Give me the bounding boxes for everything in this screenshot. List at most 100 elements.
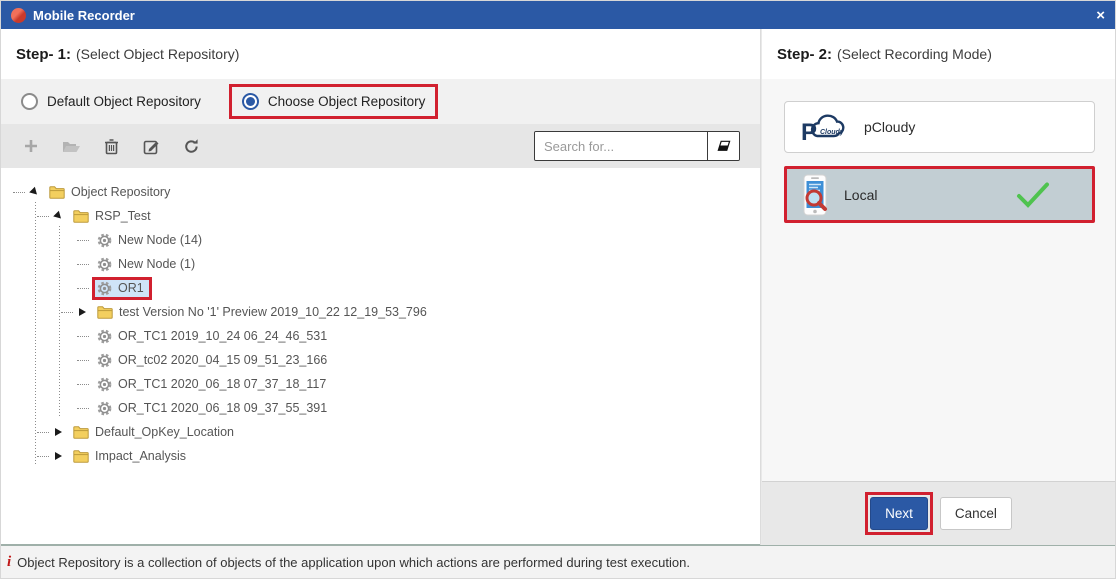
tree-node-label: Default_OpKey_Location xyxy=(95,425,234,439)
footer-text: Object Repository is a collection of obj… xyxy=(17,554,690,570)
step1-panel: Step- 1: (Select Object Repository) Defa… xyxy=(1,29,761,545)
info-icon: i xyxy=(7,553,12,570)
tree-node-body[interactable]: test Version No '1' Preview 2019_10_22 1… xyxy=(92,301,435,323)
mode-card-local[interactable]: Local xyxy=(784,166,1095,223)
search-input[interactable] xyxy=(535,132,707,160)
next-button-highlight: Next xyxy=(865,492,933,535)
tree-connector xyxy=(77,407,89,409)
next-button[interactable]: Next xyxy=(870,497,928,530)
tree-node[interactable]: OR_TC1 2020_06_18 07_37_18_117 xyxy=(1,372,760,396)
edit-icon[interactable] xyxy=(141,136,161,156)
mobile-recorder-dialog: Mobile Recorder × Step- 1: (Select Objec… xyxy=(0,0,1116,579)
tree-connector xyxy=(77,239,89,241)
tree-node[interactable]: OR1 xyxy=(1,276,760,300)
gear-icon xyxy=(97,329,112,344)
local-device-icon xyxy=(801,174,831,216)
recording-mode-list: P Cloudy pCloudy Local xyxy=(762,79,1115,481)
open-folder-icon[interactable] xyxy=(61,136,81,156)
tree-node-label: OR1 xyxy=(118,281,144,295)
repository-toolbar xyxy=(1,124,760,168)
tree-connector xyxy=(77,335,89,337)
svg-text:P: P xyxy=(801,119,817,145)
step2-button-bar: Next Cancel xyxy=(762,481,1115,545)
gear-icon xyxy=(97,257,112,272)
step2-header: Step- 2: (Select Recording Mode) xyxy=(762,29,1115,79)
step2-panel: Step- 2: (Select Recording Mode) P Cloud… xyxy=(761,29,1115,545)
tree-node-body[interactable]: OR1 xyxy=(92,276,152,300)
radio-unchecked-icon[interactable] xyxy=(21,93,38,110)
tree-node-label: New Node (14) xyxy=(118,233,203,247)
add-icon[interactable] xyxy=(21,136,41,156)
step2-subtitle: (Select Recording Mode) xyxy=(837,46,992,62)
tree-connector xyxy=(37,215,49,217)
radio-label: Choose Object Repository xyxy=(267,94,426,109)
tree-node-body[interactable]: Impact_Analysis xyxy=(68,445,194,467)
tree-guide-line xyxy=(35,202,36,466)
tree-node-label: test Version No '1' Preview 2019_10_22 1… xyxy=(119,305,427,319)
tree-node[interactable]: New Node (14) xyxy=(1,228,760,252)
tree-node-body[interactable]: Default_OpKey_Location xyxy=(68,421,242,443)
tree-node-label: OR_TC1 2020_06_18 09_37_55_391 xyxy=(118,401,328,415)
cancel-button[interactable]: Cancel xyxy=(939,497,1012,530)
tree-expand-icon[interactable] xyxy=(76,306,89,319)
tree-node-body[interactable]: Object Repository xyxy=(44,181,178,203)
tree-connector xyxy=(77,359,89,361)
tree-node-label: New Node (1) xyxy=(118,257,196,271)
delete-icon[interactable] xyxy=(101,136,121,156)
tree-node[interactable]: OR_TC1 2019_10_24 06_24_46_531 xyxy=(1,324,760,348)
tree-node[interactable]: OR_tc02 2020_04_15 09_51_23_166 xyxy=(1,348,760,372)
mode-label: pCloudy xyxy=(864,119,916,135)
refresh-icon[interactable] xyxy=(181,136,201,156)
tree-node[interactable]: Impact_Analysis xyxy=(1,444,760,468)
tree-node[interactable]: test Version No '1' Preview 2019_10_22 1… xyxy=(1,300,760,324)
tree-node-label: Impact_Analysis xyxy=(95,449,187,463)
object-tree: Object Repository RSP_Test New Node (14)… xyxy=(1,168,760,545)
tree-node-body[interactable]: OR_TC1 2020_06_18 07_37_18_117 xyxy=(92,373,334,396)
tree-node-body[interactable]: RSP_Test xyxy=(68,205,159,227)
radio-default-object-repository[interactable]: Default Object Repository xyxy=(21,93,201,110)
tree-guide-line xyxy=(59,226,60,418)
gear-icon xyxy=(97,377,112,392)
tree-node-body[interactable]: OR_TC1 2020_06_18 09_37_55_391 xyxy=(92,397,335,420)
tree-node-body[interactable]: OR_tc02 2020_04_15 09_51_23_166 xyxy=(92,349,335,372)
pcloudy-logo-icon: P Cloudy xyxy=(799,109,851,145)
check-icon xyxy=(1016,182,1050,208)
tree-expand-icon[interactable] xyxy=(52,450,65,463)
step1-title: Step- 1: xyxy=(16,45,72,63)
tree-expand-icon[interactable] xyxy=(52,210,65,223)
tree-node-body[interactable]: New Node (1) xyxy=(92,253,203,276)
step2-title: Step- 2: xyxy=(777,45,833,63)
tree-node-label: OR_tc02 2020_04_15 09_51_23_166 xyxy=(118,353,328,367)
mode-card-pcloudy[interactable]: P Cloudy pCloudy xyxy=(784,101,1095,153)
folder-icon xyxy=(97,305,113,319)
tree-connector xyxy=(13,191,25,193)
step1-subtitle: (Select Object Repository) xyxy=(76,46,240,62)
choose-repository-highlight: Choose Object Repository xyxy=(228,84,439,119)
close-icon[interactable]: × xyxy=(1096,8,1105,23)
radio-choose-object-repository[interactable]: Choose Object Repository xyxy=(241,93,426,110)
tree-node[interactable]: OR_TC1 2020_06_18 09_37_55_391 xyxy=(1,396,760,420)
gear-icon xyxy=(97,353,112,368)
tree-node[interactable]: Default_OpKey_Location xyxy=(1,420,760,444)
tree-connector xyxy=(37,455,49,457)
repository-radio-group: Default Object Repository Choose Object … xyxy=(1,79,760,124)
radio-label: Default Object Repository xyxy=(47,94,201,109)
step1-header: Step- 1: (Select Object Repository) xyxy=(1,29,760,79)
tree-node-body[interactable]: OR_TC1 2019_10_24 06_24_46_531 xyxy=(92,325,335,348)
tree-node-label: OR_TC1 2019_10_24 06_24_46_531 xyxy=(118,329,328,343)
tree-node[interactable]: RSP_Test xyxy=(1,204,760,228)
svg-text:Cloudy: Cloudy xyxy=(820,129,845,136)
tree-expand-icon[interactable] xyxy=(52,426,65,439)
tree-expand-icon[interactable] xyxy=(28,186,41,199)
tree-connector xyxy=(77,287,89,289)
folder-icon xyxy=(49,185,65,199)
gear-icon xyxy=(97,401,112,416)
tree-node[interactable]: New Node (1) xyxy=(1,252,760,276)
eraser-icon[interactable] xyxy=(707,132,739,160)
tree-node-label: RSP_Test xyxy=(95,209,151,223)
window-title: Mobile Recorder xyxy=(33,7,135,23)
radio-checked-icon[interactable] xyxy=(241,93,259,110)
tree-node[interactable]: Object Repository xyxy=(1,180,760,204)
tree-connector xyxy=(77,263,89,265)
tree-node-body[interactable]: New Node (14) xyxy=(92,229,210,252)
